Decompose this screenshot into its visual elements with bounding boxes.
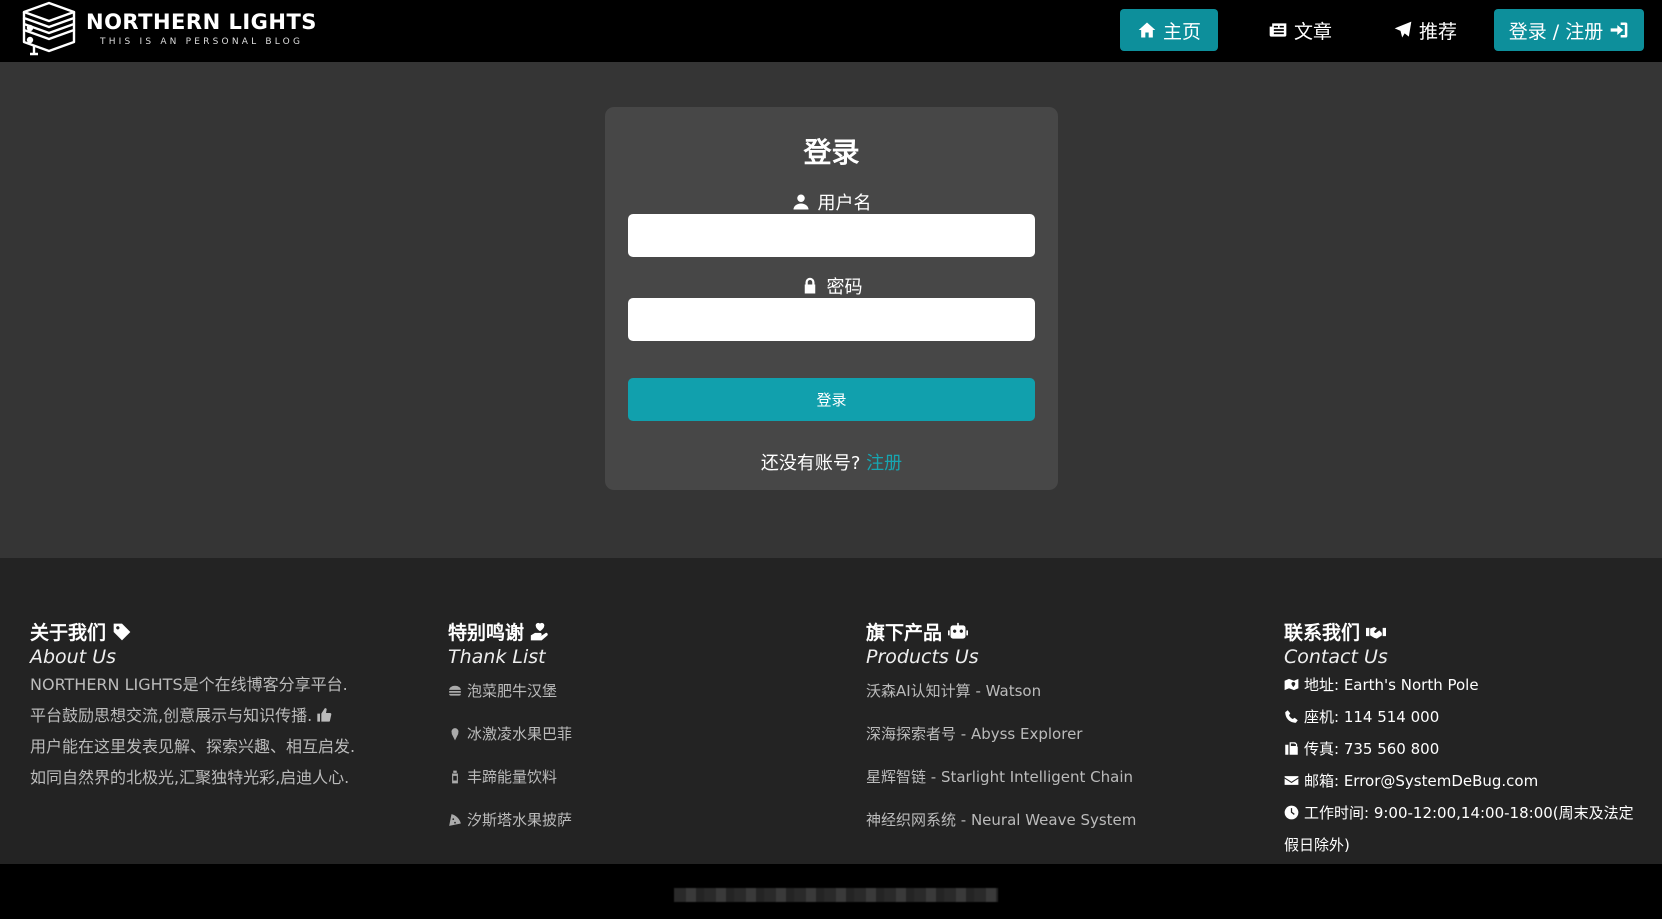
nav-home-label: 主页: [1162, 20, 1201, 43]
pizza-slice-icon: [449, 813, 461, 826]
clock-icon: [1284, 805, 1299, 820]
nav-recommend-link[interactable]: 推荐: [1375, 9, 1475, 51]
contact-hours-text: 工作时间: 9:00-12:00,14:00-18:00(周末及法定假日除外): [1284, 804, 1634, 854]
product-item[interactable]: 沃森AI认知计算 - Watson: [866, 669, 1246, 712]
contact-phone: 座机: 114 514 000: [1284, 701, 1644, 733]
username-label-text: 用户名: [817, 193, 872, 214]
about-title: 关于我们: [30, 622, 107, 644]
login-register-label: 登录 / 注册: [1508, 20, 1604, 43]
copyright-bar: [0, 864, 1662, 919]
contact-email-text[interactable]: 邮箱: Error@SystemDeBug.com: [1304, 772, 1538, 790]
login-card: 登录 用户名 密码 登录 还没有账号? 注册: [605, 107, 1058, 490]
nav-home-button[interactable]: 主页: [1120, 9, 1218, 51]
contact-email: 邮箱: Error@SystemDeBug.com: [1284, 765, 1644, 797]
robot-icon: [948, 622, 969, 639]
sign-in-icon: [1610, 22, 1628, 38]
nav-articles-link[interactable]: 文章: [1250, 9, 1350, 51]
contact-title: 联系我们: [1284, 622, 1361, 644]
about-line-1: NORTHERN LIGHTS是个在线博客分享平台.: [30, 675, 348, 694]
contact-fax: 传真: 735 560 800: [1284, 733, 1644, 765]
brand-subtitle: THIS IS AN PERSONAL BLOG: [100, 37, 304, 47]
username-label: 用户名: [605, 189, 1058, 215]
phone-icon: [1285, 710, 1298, 723]
thanks-item[interactable]: 冰激凌水果巴菲: [448, 712, 808, 755]
envelope-icon: [1284, 776, 1299, 785]
thanks-item[interactable]: 汐斯塔水果披萨: [448, 798, 808, 841]
burger-icon: [449, 685, 461, 696]
footer-products-section: 旗下产品 Products Us 沃森AI认知计算 - Watson 深海探索者…: [866, 618, 1246, 841]
home-icon: [1138, 22, 1156, 38]
about-line-2: 平台鼓励思想交流,创意展示与知识传播.: [30, 706, 313, 725]
thanks-item-label: 汐斯塔水果披萨: [467, 811, 573, 829]
brand-title: NORTHERN LIGHTS: [86, 10, 317, 34]
contact-subtitle: Contact Us: [1284, 646, 1388, 668]
contact-address-text: 地址: Earth's North Pole: [1304, 676, 1479, 694]
password-input[interactable]: [628, 298, 1035, 341]
brand-logo-link[interactable]: NORTHERN LIGHTS THIS IS AN PERSONAL BLOG: [20, 0, 317, 58]
contact-fax-text: 传真: 735 560 800: [1304, 740, 1440, 758]
login-register-button[interactable]: 登录 / 注册: [1494, 9, 1644, 51]
product-item[interactable]: 星辉智链 - Starlight Intelligent Chain: [866, 755, 1246, 798]
contact-address: 地址: Earth's North Pole: [1284, 669, 1644, 701]
register-link[interactable]: 注册: [866, 453, 902, 474]
thanks-item[interactable]: 丰蹄能量饮料: [448, 755, 808, 798]
footer-thanks-section: 特别鸣谢 Thank List 泡菜肥牛汉堡 冰激凌水果巴菲 丰蹄能量饮料 汐斯…: [448, 618, 808, 841]
no-account-text: 还没有账号?: [760, 453, 861, 474]
footer-contact-section: 联系我们 Contact Us 地址: Earth's North Pole 座…: [1284, 618, 1644, 861]
copyright-text-blurred: [674, 888, 998, 902]
nav-articles-label: 文章: [1293, 20, 1332, 43]
thanks-subtitle: Thank List: [448, 646, 546, 668]
products-subtitle: Products Us: [866, 646, 979, 668]
thanks-title: 特别鸣谢: [448, 622, 525, 644]
products-title: 旗下产品: [866, 622, 943, 644]
about-line-4: 如同自然界的北极光,汇聚独特光彩,启迪人心.: [30, 768, 350, 787]
paper-plane-icon: [1394, 21, 1412, 38]
thanks-item-label: 丰蹄能量饮料: [467, 768, 558, 786]
about-line-2-row: 平台鼓励思想交流,创意展示与知识传播.: [30, 700, 410, 731]
thanks-item-label: 冰激凌水果巴菲: [467, 725, 573, 743]
about-subtitle: About Us: [30, 646, 117, 668]
footer-about-section: 关于我们 About Us NORTHERN LIGHTS是个在线博客分享平台.…: [30, 618, 410, 793]
user-icon: [793, 194, 808, 210]
map-location-icon: [1284, 678, 1299, 691]
bottle-icon: [452, 770, 458, 783]
product-item[interactable]: 神经织网系统 - Neural Weave System: [866, 798, 1246, 841]
password-label: 密码: [605, 273, 1058, 299]
login-title: 登录: [803, 136, 860, 169]
main-content: 登录 用户名 密码 登录 还没有账号? 注册: [0, 62, 1662, 558]
ice-cream-icon: [451, 727, 459, 740]
thumbs-up-icon: [317, 708, 332, 722]
fax-icon: [1285, 742, 1298, 755]
nav-recommend-label: 推荐: [1418, 20, 1457, 43]
username-input[interactable]: [628, 214, 1035, 257]
server-stack-logo-icon: [22, 1, 76, 56]
site-footer: 关于我们 About Us NORTHERN LIGHTS是个在线博客分享平台.…: [0, 558, 1662, 864]
product-item[interactable]: 深海探索者号 - Abyss Explorer: [866, 712, 1246, 755]
lock-icon: [804, 277, 815, 294]
thanks-item[interactable]: 泡菜肥牛汉堡: [448, 669, 808, 712]
login-submit-button[interactable]: 登录: [628, 378, 1035, 421]
handshake-icon: [1366, 626, 1387, 639]
register-prompt: 还没有账号? 注册: [605, 449, 1058, 475]
about-line-3: 用户能在这里发表见解、探索兴趣、相互启发.: [30, 737, 356, 756]
newspaper-icon: [1269, 23, 1287, 37]
thanks-item-label: 泡菜肥牛汉堡: [467, 682, 558, 700]
contact-hours: 工作时间: 9:00-12:00,14:00-18:00(周末及法定假日除外): [1284, 797, 1644, 861]
hand-holding-heart-icon: [530, 622, 548, 640]
password-label-text: 密码: [826, 277, 863, 298]
contact-phone-text: 座机: 114 514 000: [1304, 708, 1440, 726]
top-navbar: NORTHERN LIGHTS THIS IS AN PERSONAL BLOG…: [0, 0, 1662, 62]
tag-icon: [113, 623, 131, 640]
